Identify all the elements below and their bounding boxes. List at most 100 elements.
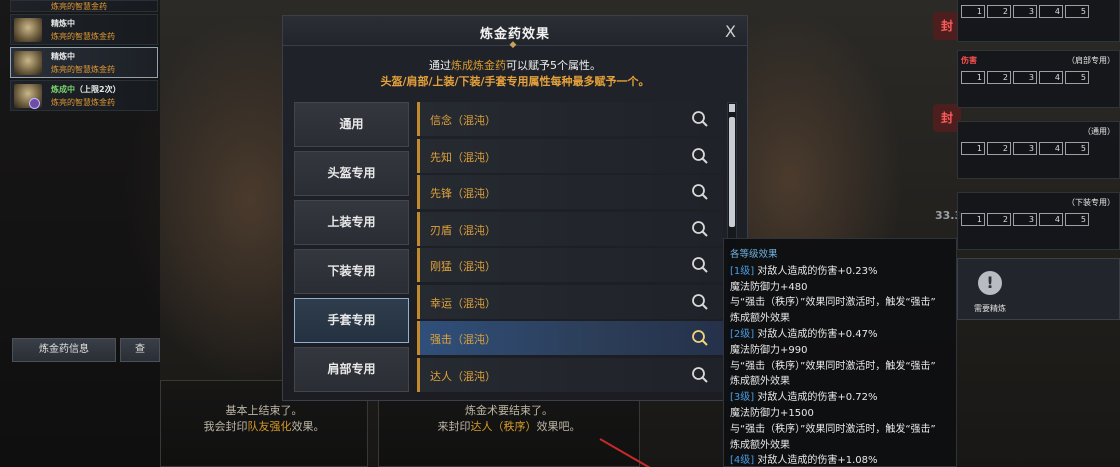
elixir-effect-modal: 炼金药效果 ◆ X 通过炼成炼金药可以赋予5个属性。 头盔/肩部/上装/下装/手… [282,15,748,401]
effect-row[interactable]: 先知（混沌） [417,138,723,173]
effect-label: 信念（混沌） [430,114,496,127]
intro-text: 通过 [429,59,451,72]
effect-row[interactable]: 刚猛（混沌） [417,248,723,282]
purple-gem-icon [29,98,40,109]
slot[interactable]: 3 [1013,5,1037,18]
slot[interactable]: 1 [961,71,985,84]
slot-group: （下装专用） 1 2 3 4 5 [957,192,1120,250]
effect-tooltip: 各等级效果 [1级] 对敌人造成的伤害+0.23% 魔法防御力+480 与“强击… [723,238,957,467]
ornament-icon: ◆ [509,40,517,50]
close-button[interactable]: X [725,22,736,41]
elixir-item[interactable]: 精炼中 炼亮的智慧炼金药 [10,14,158,45]
slot[interactable]: 5 [1065,71,1089,84]
dialogue-highlight: 队友强化 [247,420,292,433]
search-icon[interactable] [691,293,709,311]
tab-helmet[interactable]: 头盔专用 [294,151,409,196]
slot[interactable]: 5 [1065,5,1089,18]
dialogue-text: 我会封印 [203,420,248,433]
tooltip-line: [2级] 对敌人造成的伤害+0.47% [730,327,950,343]
tab-bottom[interactable]: 下装专用 [294,249,409,294]
slot[interactable]: 3 [1013,213,1037,226]
search-icon[interactable] [691,329,709,347]
elixir-item-selected[interactable]: 精炼中 炼亮的智慧炼金药 [10,47,158,78]
level-text: 对敌人造成的伤害+0.23% [757,265,878,277]
scroll-up-arrow[interactable] [729,104,735,112]
slot[interactable]: 4 [1039,5,1063,18]
tooltip-line: 炼成额外效果 [730,439,790,451]
effect-label: 先锋（混沌） [430,187,496,200]
level-tag: [4级] [730,455,755,467]
search-icon[interactable] [691,220,709,238]
search-icon[interactable] [691,110,709,128]
effect-row[interactable]: 达人（混沌） [417,357,723,392]
slot[interactable]: 4 [1039,71,1063,84]
level-tag: [3级] [730,392,755,404]
tab-general[interactable]: 通用 [294,102,409,147]
tab-top[interactable]: 上装专用 [294,200,409,245]
tooltip-line: 魔法防御力+480 [730,281,808,293]
slot[interactable]: 4 [1039,142,1063,155]
elixir-status: 炼成中（上限2次） [51,84,121,95]
slot-group: 1 2 3 4 5 [957,0,1120,42]
scroll-thumb[interactable] [729,117,735,227]
dialogue-text: 效果吧。 [536,420,581,433]
effect-list: 信念（混沌） 先知（混沌） 先锋（混沌） 刃盾（混沌） 刚猛（混沌） 幸运（混沌… [417,102,723,392]
effect-label: 刃盾（混沌） [430,223,496,237]
intro-line-2: 头盔/肩部/上装/下装/手套专用属性每种最多赋予一个。 [380,75,650,88]
effect-label: 幸运（混沌） [430,296,496,310]
slot-row: 1 2 3 4 5 [961,5,1089,18]
search-icon[interactable] [691,256,709,274]
elixir-name: 炼亮的智慧炼金药 [51,32,115,41]
dialogue-line: 来封印达人（秩序）效果吧。 [379,419,639,435]
modal-header: 炼金药效果 ◆ X [283,16,747,50]
tab-shoulder[interactable]: 肩部专用 [294,347,409,392]
level-tag: [1级] [730,265,755,277]
effect-row[interactable]: 信念（混沌） [417,102,723,136]
slot[interactable]: 2 [987,213,1011,226]
slot[interactable]: 1 [961,5,985,18]
elixir-item[interactable]: 炼成中（上限2次） 炼亮的智慧炼金药 [10,80,158,111]
elixir-item[interactable]: 炼亮的智慧金药 [10,0,158,12]
effect-label: 达人（混沌） [430,369,496,383]
view-button[interactable]: 查 [120,338,160,362]
need-refine-box[interactable]: ! 需要精炼 [957,258,1120,320]
effect-row[interactable]: 刃盾（混沌） [417,211,723,246]
level-text: 对敌人造成的伤害+0.47% [757,328,878,340]
tooltip-heading: 各等级效果 [730,249,778,260]
intro-highlight: 炼成炼金药 [451,59,506,72]
slot[interactable]: 5 [1065,142,1089,155]
need-refine-label: 需要精炼 [974,304,1006,313]
elixir-name: 炼亮的智慧炼金药 [51,98,115,107]
search-icon[interactable] [691,147,709,165]
slot[interactable]: 1 [961,213,985,226]
slot[interactable]: 5 [1065,213,1089,226]
dialogue-line: 我会封印队友强化效果。 [161,419,367,435]
elixir-name: 炼亮的智慧炼金药 [51,65,115,74]
elixir-status: 精炼中 [51,19,75,28]
slot[interactable]: 2 [987,71,1011,84]
elixir-info-button[interactable]: 炼金药信息 [12,338,116,362]
effect-label: 刚猛（混沌） [430,260,496,273]
effect-row[interactable]: 幸运（混沌） [417,284,723,319]
elixir-thumbnail [14,18,42,42]
dialogue-highlight: 达人（秩序） [470,420,537,433]
slot[interactable]: 2 [987,142,1011,155]
effect-row-selected[interactable]: 强击（混沌） [417,321,723,355]
elixir-status: 精炼中 [51,52,75,61]
slot[interactable]: 3 [1013,71,1037,84]
slot[interactable]: 2 [987,5,1011,18]
group-title: 伤害 [961,56,977,65]
tab-gloves[interactable]: 手套专用 [294,298,409,343]
search-icon[interactable] [691,183,709,201]
effect-label: 先知（混沌） [430,150,496,164]
elixir-list: 炼亮的智慧金药 精炼中 炼亮的智慧炼金药 精炼中 炼亮的智慧炼金药 炼成中（上限… [10,0,158,113]
slot[interactable]: 1 [961,142,985,155]
effect-row[interactable]: 先锋（混沌） [417,175,723,209]
tooltip-line: [3级] 对敌人造成的伤害+0.72% [730,390,950,406]
search-icon[interactable] [691,366,709,384]
slot[interactable]: 3 [1013,142,1037,155]
slot[interactable]: 4 [1039,213,1063,226]
group-tag: （下装专用） [1067,198,1115,207]
dialogue-line: 炼金术要结束了。 [465,404,553,417]
intro-line-1: 通过炼成炼金药可以赋予5个属性。 [283,57,747,73]
